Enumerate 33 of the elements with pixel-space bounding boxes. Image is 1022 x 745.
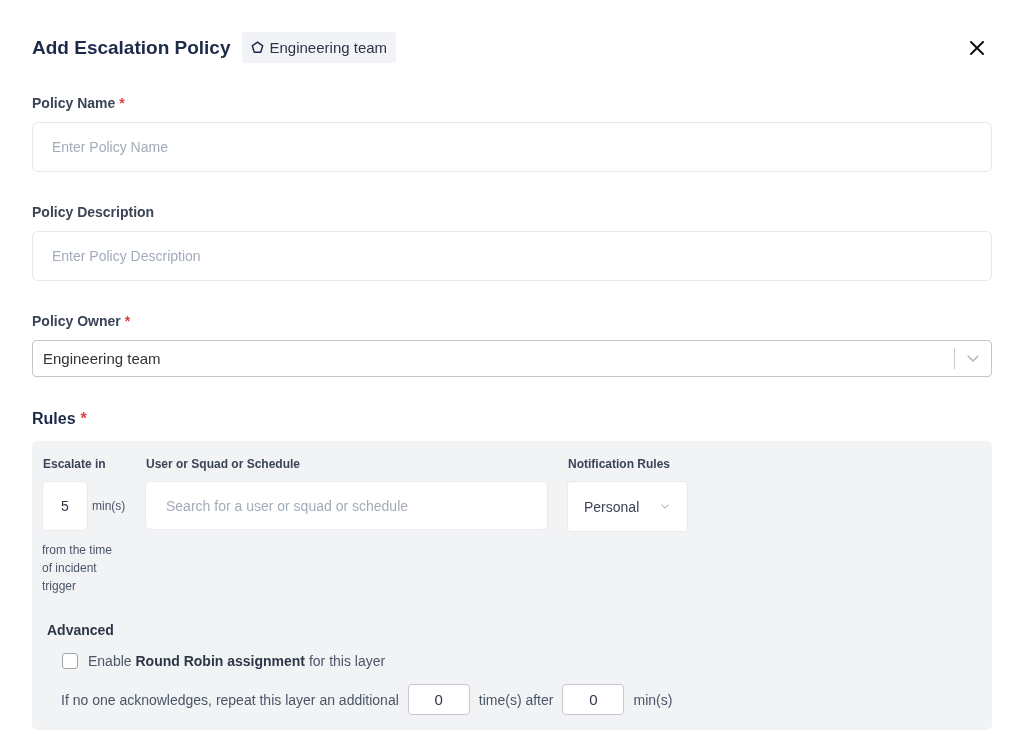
notification-select[interactable]: Personal — [567, 481, 688, 532]
field-label: Policy Description — [32, 203, 155, 221]
close-button[interactable] — [968, 38, 986, 57]
team-name: Engineering team — [269, 39, 388, 56]
section-title: Rules — [32, 409, 76, 429]
number-input[interactable]: 5 — [42, 481, 88, 531]
unit-label: min(s) — [92, 499, 126, 513]
required-mark: * — [80, 409, 87, 429]
close-icon — [970, 40, 984, 55]
number-input[interactable]: 0 — [562, 684, 625, 715]
pentagon-icon — [250, 41, 264, 54]
repeat-text: time(s) after — [478, 691, 554, 708]
input-field[interactable]: Enter Policy Description — [32, 231, 992, 281]
section-title: Advanced — [47, 621, 114, 639]
column-header: User or Squad or Schedule — [145, 456, 301, 472]
checkbox[interactable] — [62, 653, 78, 669]
chevron-down-icon — [967, 354, 979, 363]
dialog-title: Add Escalation Policy — [32, 36, 231, 59]
owner-select[interactable]: Engineering team — [32, 340, 992, 377]
column-header: Notification Rules — [567, 456, 670, 472]
field-label: Policy Owner — [32, 312, 121, 330]
unit-label: min(s) — [633, 691, 673, 708]
column-header: Escalate in — [42, 456, 106, 472]
required-mark: * — [119, 94, 125, 112]
chevron-down-icon — [661, 504, 669, 509]
search-field[interactable]: Search for a user or squad or schedule — [145, 481, 548, 530]
field-label: Policy Name — [32, 94, 116, 112]
required-mark: * — [124, 312, 131, 330]
input-field[interactable]: Enter Policy Name — [32, 122, 992, 172]
repeat-text: If no one acknowledges, repeat this layer an additional — [61, 691, 399, 708]
number-input[interactable]: 0 — [407, 684, 470, 715]
checkbox-label: Enable Round Robin assignment for this layer — [88, 652, 386, 670]
escalation-note: from the time of incident trigger — [42, 542, 114, 595]
